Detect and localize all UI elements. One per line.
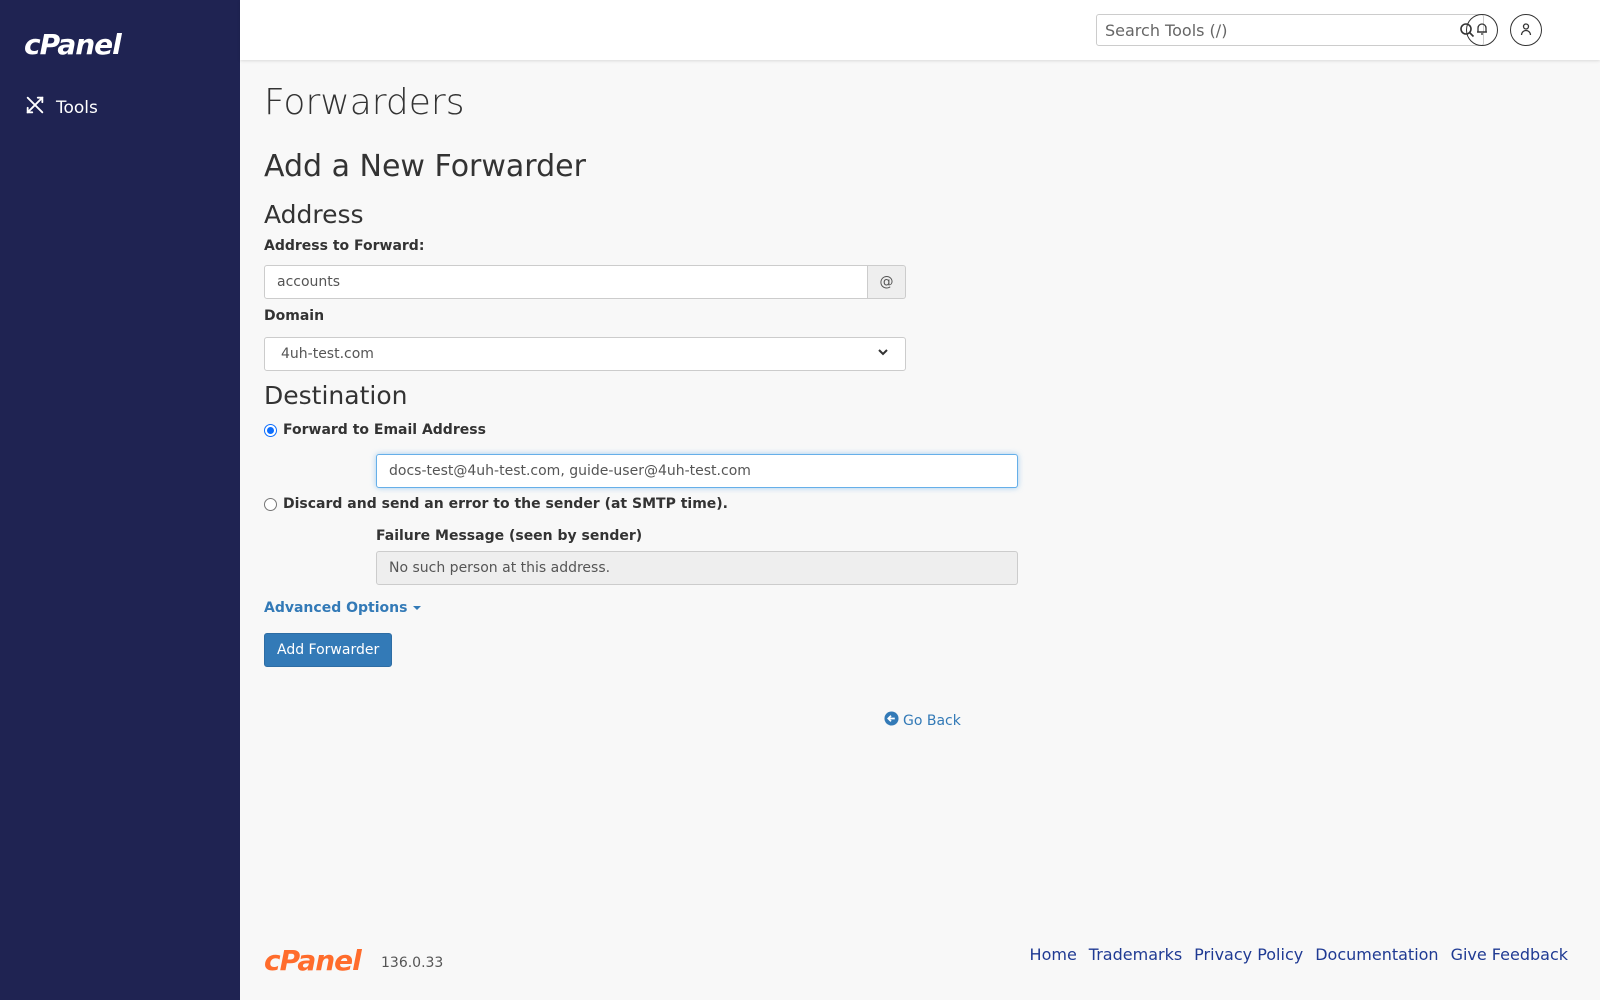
- arrow-left-circle-icon: [884, 711, 899, 730]
- footer-link-privacy[interactable]: Privacy Policy: [1194, 945, 1303, 964]
- discard-option: Discard and send an error to the sender …: [264, 496, 728, 512]
- failure-message-input[interactable]: [376, 551, 1018, 585]
- section-title: Add a New Forwarder: [264, 149, 586, 184]
- destination-heading: Destination: [264, 381, 408, 410]
- top-header: [240, 0, 1600, 60]
- search-box[interactable]: [1096, 14, 1484, 46]
- cpanel-logo[interactable]: cPanel: [24, 28, 122, 61]
- discard-radio-label[interactable]: Discard and send an error to the sender …: [283, 496, 728, 512]
- advanced-options-toggle[interactable]: Advanced Options: [264, 600, 422, 616]
- domain-selected-value: 4uh-test.com: [281, 346, 374, 362]
- footer-links: Home Trademarks Privacy Policy Documenta…: [1030, 945, 1568, 964]
- sidebar-item-label: Tools: [56, 97, 98, 118]
- forward-option: Forward to Email Address: [264, 422, 486, 438]
- failure-message-label: Failure Message (seen by sender): [376, 528, 643, 544]
- search-input[interactable]: [1097, 15, 1437, 45]
- discard-radio[interactable]: [264, 497, 277, 511]
- notifications-button[interactable]: [1466, 14, 1498, 46]
- domain-select[interactable]: 4uh-test.com: [264, 337, 906, 371]
- sidebar: cPanel Tools: [0, 0, 240, 1000]
- version-number: 136.0.33: [381, 955, 444, 971]
- tools-icon: [24, 94, 46, 121]
- address-label: Address to Forward:: [264, 238, 425, 254]
- bell-icon: [1475, 21, 1489, 40]
- at-addon: @: [868, 265, 906, 299]
- footer-cpanel-logo[interactable]: cPanel: [264, 944, 362, 977]
- footer-link-home[interactable]: Home: [1030, 945, 1077, 964]
- footer-link-trademarks[interactable]: Trademarks: [1089, 945, 1182, 964]
- footer-link-feedback[interactable]: Give Feedback: [1451, 945, 1568, 964]
- add-forwarder-button[interactable]: Add Forwarder: [264, 633, 393, 667]
- caret-down-icon: [413, 606, 422, 610]
- domain-label: Domain: [264, 308, 325, 324]
- user-menu-button[interactable]: [1510, 14, 1542, 46]
- go-back-link[interactable]: Go Back: [884, 711, 961, 730]
- forward-radio[interactable]: [264, 423, 277, 437]
- address-input[interactable]: [264, 265, 868, 299]
- forward-email-input[interactable]: [376, 454, 1018, 488]
- user-icon: [1519, 21, 1533, 40]
- footer-link-documentation[interactable]: Documentation: [1315, 945, 1438, 964]
- address-input-group: @: [264, 265, 906, 299]
- advanced-options-label: Advanced Options: [264, 600, 408, 616]
- forward-radio-label[interactable]: Forward to Email Address: [283, 422, 486, 438]
- page-title: Forwarders: [264, 82, 465, 123]
- sidebar-item-tools[interactable]: Tools: [24, 94, 98, 121]
- chevron-down-icon: [877, 346, 889, 362]
- address-heading: Address: [264, 200, 364, 229]
- go-back-label: Go Back: [903, 712, 961, 729]
